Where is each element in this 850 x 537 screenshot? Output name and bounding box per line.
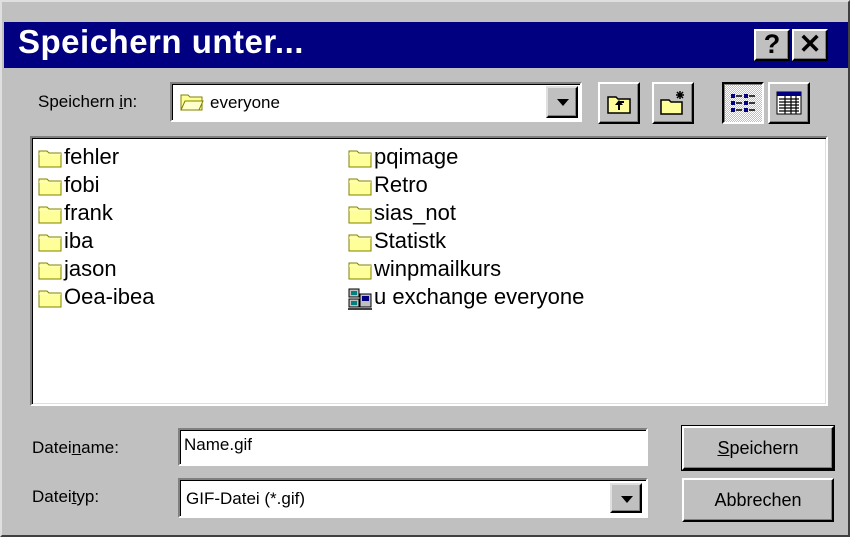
up-one-level-button[interactable] <box>598 82 640 124</box>
file-name: Oea-ibea <box>64 284 155 309</box>
file-name: fehler <box>64 144 120 169</box>
folder-icon <box>348 178 372 196</box>
folder-icon <box>38 178 62 196</box>
folder-icon <box>38 262 62 280</box>
file-name: pqimage <box>374 144 459 169</box>
save-in-dropdown-button[interactable] <box>546 86 578 118</box>
list-view-icon <box>731 94 755 112</box>
window-title: Speichern unter... <box>18 23 304 60</box>
folder-icon <box>38 206 62 224</box>
filetype-label: Dateityp: <box>32 487 100 506</box>
cancel-button[interactable]: Abbrechen <box>682 478 834 522</box>
close-icon: ✕ <box>798 29 822 59</box>
details-view-icon <box>776 91 802 115</box>
file-list[interactable]: fehler fobi frank iba jason Oea-ibea pqi… <box>30 136 828 406</box>
help-icon: ? <box>763 29 781 59</box>
file-name: u exchange everyone <box>374 284 585 309</box>
filetype-dropdown-button[interactable] <box>610 483 642 513</box>
folder-icon <box>38 290 62 308</box>
close-button[interactable]: ✕ <box>792 29 828 61</box>
file-name: winpmailkurs <box>374 256 502 281</box>
list-view-button[interactable] <box>722 82 764 124</box>
network-icon <box>348 288 372 310</box>
file-name: Retro <box>374 172 428 197</box>
chevron-down-icon <box>621 496 633 503</box>
filetype-combobox[interactable]: GIF-Datei (*.gif) <box>178 478 648 518</box>
file-name: Statistk <box>374 228 447 253</box>
filename-input[interactable]: Name.gif <box>178 428 648 466</box>
file-name: fobi <box>64 172 100 197</box>
details-view-button[interactable] <box>768 82 810 124</box>
file-name: frank <box>64 200 113 225</box>
folder-icon <box>38 150 62 168</box>
save-as-dialog: Speichern unter... ? ✕ Speichern in: eve… <box>0 0 850 537</box>
filename-label: Dateiname: <box>32 438 119 457</box>
file-name: sias_not <box>374 200 456 225</box>
new-folder-button[interactable] <box>652 82 694 124</box>
new-folder-icon <box>660 91 684 115</box>
save-in-combobox[interactable]: everyone <box>170 82 582 122</box>
folder-icon <box>348 262 372 280</box>
save-button[interactable]: Speichern <box>681 425 835 471</box>
folder-icon <box>348 150 372 168</box>
folder-icon <box>348 206 372 224</box>
filetype-value: GIF-Datei (*.gif) <box>186 489 306 508</box>
folder-icon <box>348 234 372 252</box>
folder-icon <box>38 234 62 252</box>
help-button[interactable]: ? <box>754 29 790 61</box>
save-in-value: everyone <box>210 93 280 112</box>
open-folder-icon <box>180 94 204 111</box>
up-one-level-icon <box>607 96 631 114</box>
save-in-label: Speichern in: <box>38 92 138 111</box>
chevron-down-icon <box>557 99 569 106</box>
file-name: jason <box>64 256 117 281</box>
file-name: iba <box>64 228 94 253</box>
filename-value: Name.gif <box>184 435 253 454</box>
title-bar[interactable]: Speichern unter... ? ✕ <box>4 22 848 68</box>
